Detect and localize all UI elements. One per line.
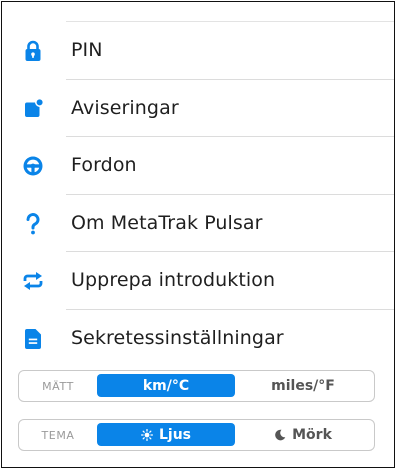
settings-panel: PIN Aviseringar Fordon Om MetaTrak Pulsa… xyxy=(1,1,395,468)
menu-item-pin[interactable]: PIN xyxy=(2,22,394,80)
units-option-imperial[interactable]: miles/°F xyxy=(235,374,371,397)
menu-item-label: Om MetaTrak Pulsar xyxy=(71,211,263,234)
document-icon xyxy=(21,327,45,351)
theme-option-label: Ljus xyxy=(158,426,192,443)
sun-icon xyxy=(140,428,153,441)
moon-icon xyxy=(274,429,286,441)
menu-item-label: Sekretessinställningar xyxy=(71,326,284,349)
notification-icon xyxy=(21,97,45,121)
units-segmented-control: MÄTT km/°C miles/°F xyxy=(18,370,375,402)
menu-item-notifications[interactable]: Aviseringar xyxy=(2,80,394,138)
question-mark-icon xyxy=(21,212,45,236)
theme-option-dark[interactable]: Mörk xyxy=(235,423,371,446)
theme-title: TEMA xyxy=(41,428,75,442)
menu-item-label: PIN xyxy=(71,39,103,61)
theme-segmented-control: TEMA Ljus Mörk xyxy=(18,419,375,451)
theme-option-label: Mörk xyxy=(292,426,332,443)
steering-wheel-icon xyxy=(21,154,45,178)
theme-option-light[interactable]: Ljus xyxy=(97,423,235,446)
menu-item-repeat-intro[interactable]: Upprepa introduktion xyxy=(2,252,394,310)
menu-item-label: Aviseringar xyxy=(71,96,179,119)
menu-item-label: Upprepa introduktion xyxy=(71,269,276,292)
units-option-label: km/°C xyxy=(142,377,190,394)
menu-item-label: Fordon xyxy=(71,154,137,177)
menu-item-privacy[interactable]: Sekretessinställningar xyxy=(2,310,394,368)
settings-menu: PIN Aviseringar Fordon Om MetaTrak Pulsa… xyxy=(2,22,394,368)
lock-icon xyxy=(21,39,45,63)
menu-item-about[interactable]: Om MetaTrak Pulsar xyxy=(2,195,394,253)
units-option-metric[interactable]: km/°C xyxy=(97,374,235,397)
repeat-icon xyxy=(21,269,45,293)
units-title: MÄTT xyxy=(42,379,74,393)
menu-item-vehicle[interactable]: Fordon xyxy=(2,137,394,195)
units-option-label: miles/°F xyxy=(271,377,335,394)
